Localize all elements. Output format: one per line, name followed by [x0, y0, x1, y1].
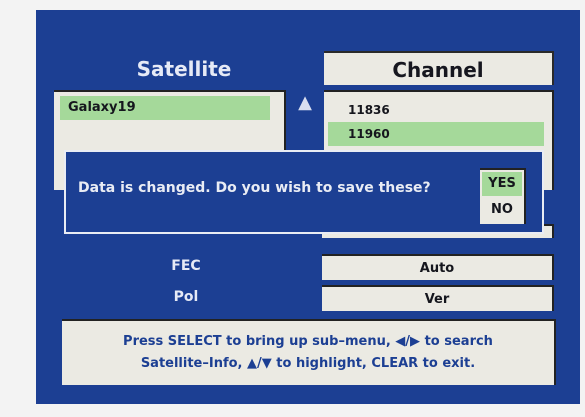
channel-item[interactable]: 11836: [328, 98, 544, 122]
no-button[interactable]: NO: [482, 198, 522, 222]
satellite-title: Satellite: [136, 57, 232, 81]
yes-button[interactable]: YES: [482, 172, 522, 196]
pol-label: Pol: [173, 289, 199, 305]
fec-label: FEC: [171, 258, 201, 274]
dialog-message: Data is changed. Do you wish to save the…: [78, 180, 431, 196]
satellite-item-selected[interactable]: Galaxy19: [60, 96, 270, 120]
help-line-2: Satellite–Info, ▲/▼ to highlight, CLEAR …: [140, 356, 476, 371]
help-line-1: Press SELECT to bring up sub–menu, ◀/▶ t…: [123, 334, 493, 349]
fec-value[interactable]: Auto: [322, 254, 554, 280]
channel-title: Channel: [324, 51, 554, 85]
help-box: Press SELECT to bring up sub–menu, ◀/▶ t…: [62, 319, 556, 385]
channel-item-selected[interactable]: 11960: [328, 122, 544, 146]
save-confirm-dialog: Data is changed. Do you wish to save the…: [64, 150, 544, 234]
osd-screen: Satellite Channel Galaxy19 ▲ 11836 11960…: [36, 10, 580, 404]
pol-value[interactable]: Ver: [322, 285, 554, 311]
dialog-button-group: YES NO: [480, 168, 526, 224]
